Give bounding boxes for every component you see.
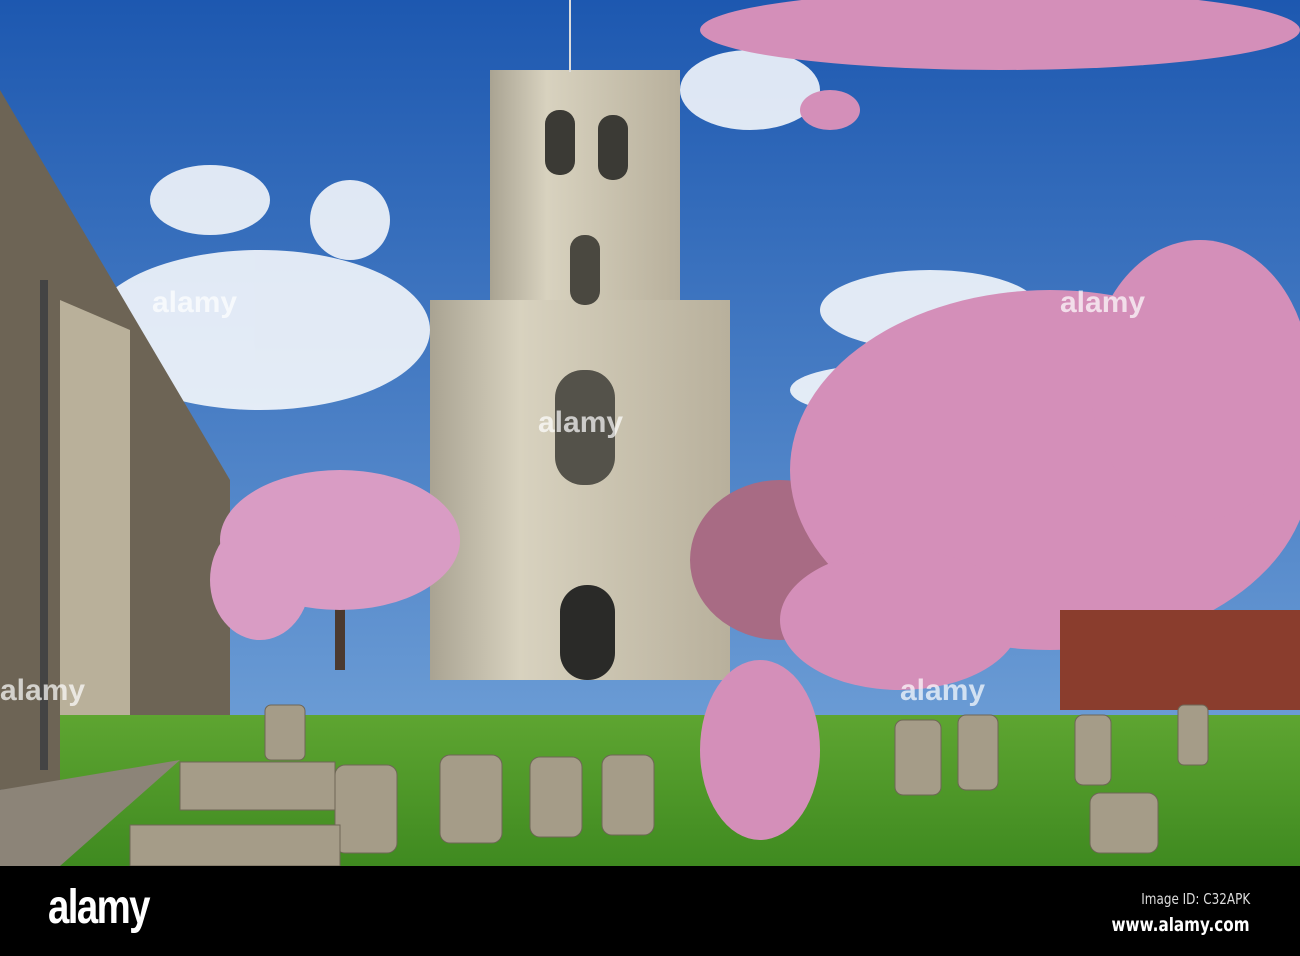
belfry-window <box>598 115 628 180</box>
alamy-logo[interactable]: alamy <box>48 880 150 935</box>
church-tower-photo: alamy alamy alamy alamy alamy <box>0 0 1300 866</box>
svg-text:alamy: alamy <box>538 406 623 439</box>
belfry-window <box>545 110 575 175</box>
red-brick-building <box>1060 610 1300 710</box>
tower-doorway <box>560 585 615 680</box>
svg-text:alamy: alamy <box>900 674 985 707</box>
svg-text:alamy: alamy <box>152 286 237 319</box>
stock-footer-bar: alamy Image ID: C32APK www.alamy.com <box>0 866 1300 956</box>
stock-photo-frame: alamy alamy alamy alamy alamy alamy Image … <box>0 0 1300 956</box>
church-buttress <box>60 300 130 780</box>
image-id-label: Image ID: C32APK <box>1141 890 1250 908</box>
svg-text:alamy: alamy <box>1060 286 1145 319</box>
website-link[interactable]: www.alamy.com <box>1112 914 1250 936</box>
tower-window <box>570 235 600 305</box>
svg-text:alamy: alamy <box>0 674 85 707</box>
